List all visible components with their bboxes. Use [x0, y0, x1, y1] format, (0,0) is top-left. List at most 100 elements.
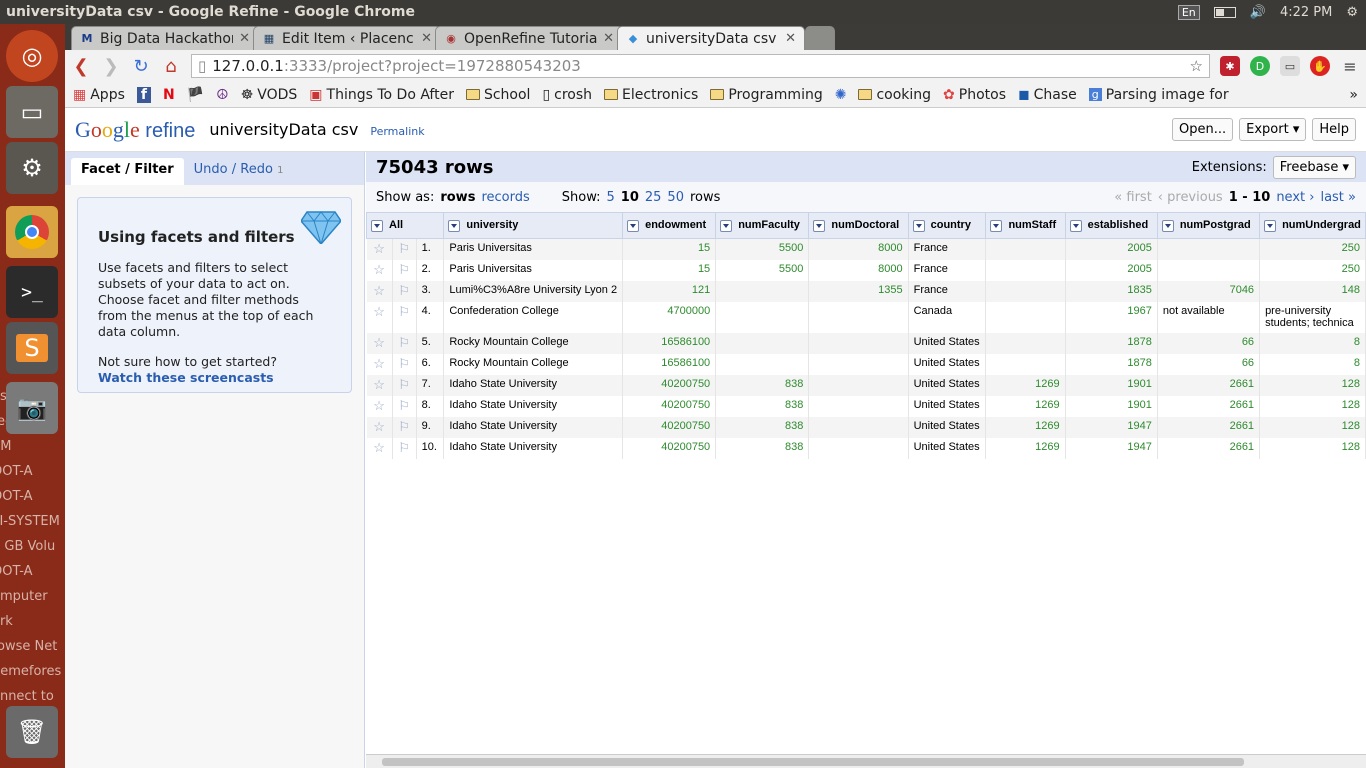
battery-icon[interactable]: [1213, 6, 1236, 18]
table-cell[interactable]: 15: [622, 259, 717, 281]
trash-icon[interactable]: 🗑: [6, 706, 58, 758]
table-cell[interactable]: 7046: [1157, 280, 1261, 302]
table-cell[interactable]: 1269: [985, 395, 1066, 417]
table-cell[interactable]: 128: [1259, 437, 1366, 459]
scrollbar-thumb[interactable]: [382, 758, 1244, 766]
table-cell[interactable]: France: [908, 259, 987, 281]
table-cell[interactable]: 40200750: [622, 395, 717, 417]
table-cell[interactable]: 1835: [1065, 280, 1158, 302]
export-button[interactable]: Export ▾: [1239, 118, 1307, 141]
table-cell[interactable]: [808, 416, 909, 438]
open-button[interactable]: Open...: [1172, 118, 1234, 141]
table-cell[interactable]: 1947: [1065, 416, 1158, 438]
flag-icon[interactable]: ⚐: [392, 332, 417, 354]
flag-icon[interactable]: ⚐: [392, 238, 417, 260]
extension-d-icon[interactable]: D: [1250, 56, 1270, 76]
star-icon[interactable]: ☆: [366, 238, 393, 260]
bookmark-gear[interactable]: ✺: [835, 87, 847, 103]
table-cell[interactable]: [985, 353, 1066, 375]
column-menu-icon[interactable]: [371, 219, 383, 232]
page-size-50[interactable]: 50: [667, 190, 684, 205]
table-cell[interactable]: 1947: [1065, 437, 1158, 459]
column-header-endowment[interactable]: endowment: [622, 212, 717, 239]
table-cell[interactable]: 2661: [1157, 395, 1261, 417]
bookmark-things-to-do[interactable]: ▣ Things To Do After: [309, 87, 454, 103]
table-cell[interactable]: Lumi%C3%A8re University Lyon 2: [443, 280, 624, 302]
bookmark-programming[interactable]: Programming: [710, 87, 823, 103]
table-cell[interactable]: Idaho State University: [443, 395, 624, 417]
home-icon[interactable]: ⌂: [161, 56, 181, 77]
column-menu-icon[interactable]: [627, 219, 640, 232]
previous-page-link[interactable]: ‹ previous: [1158, 190, 1223, 205]
show-as-records[interactable]: records: [481, 190, 529, 205]
screencasts-link[interactable]: Watch these screencasts: [98, 370, 331, 385]
star-icon[interactable]: ☆: [366, 437, 393, 459]
close-icon[interactable]: ✕: [239, 31, 250, 46]
bookmark-parsing-image[interactable]: g Parsing image for: [1088, 87, 1229, 103]
sublime-text-icon[interactable]: S: [6, 322, 58, 374]
back-icon[interactable]: ❮: [71, 56, 91, 77]
extension-stop-icon[interactable]: ✋: [1310, 56, 1330, 76]
table-cell[interactable]: 8000: [808, 259, 909, 281]
bookmark-netflix[interactable]: N: [163, 87, 175, 103]
bookmark-peace[interactable]: ☮: [216, 87, 229, 103]
ubuntu-dash-icon[interactable]: ◎: [6, 30, 58, 82]
table-cell[interactable]: pre-university students; technica: [1259, 301, 1366, 333]
bookmark-vods[interactable]: ☸ VODS: [241, 87, 298, 103]
table-cell[interactable]: 8: [1259, 332, 1366, 354]
bookmark-apps[interactable]: ▦ Apps: [73, 87, 125, 103]
show-as-rows[interactable]: rows: [440, 190, 475, 205]
permalink-link[interactable]: Permalink: [370, 125, 424, 138]
table-cell[interactable]: France: [908, 238, 987, 260]
table-cell[interactable]: 5500: [715, 238, 810, 260]
column-menu-icon[interactable]: [1161, 219, 1174, 232]
table-cell[interactable]: [985, 280, 1066, 302]
column-header-numstaff[interactable]: numStaff: [985, 212, 1066, 239]
star-icon[interactable]: ☆: [366, 353, 393, 375]
bookmark-flag[interactable]: 🏴: [187, 87, 204, 103]
table-cell[interactable]: [985, 259, 1066, 281]
star-icon[interactable]: ☆: [366, 259, 393, 281]
bookmark-cooking[interactable]: cooking: [858, 87, 931, 103]
more-bookmarks-icon[interactable]: »: [1349, 87, 1358, 103]
column-header-established[interactable]: established: [1064, 212, 1158, 239]
tab-openrefine-tutorial[interactable]: ◉ OpenRefine Tutorial - ✕: [435, 26, 623, 50]
column-menu-icon[interactable]: [912, 219, 925, 232]
page-size-10[interactable]: 10: [621, 190, 639, 205]
table-cell[interactable]: 8000: [808, 238, 909, 260]
chrome-icon[interactable]: [6, 206, 58, 258]
table-cell[interactable]: Rocky Mountain College: [443, 332, 624, 354]
star-icon[interactable]: ☆: [366, 374, 393, 396]
table-cell[interactable]: [808, 332, 909, 354]
table-cell[interactable]: Idaho State University: [443, 416, 624, 438]
table-cell[interactable]: 8: [1259, 353, 1366, 375]
table-cell[interactable]: [985, 332, 1066, 354]
new-tab-button[interactable]: [805, 26, 835, 50]
star-icon[interactable]: ☆: [366, 332, 393, 354]
first-page-link[interactable]: « first: [1114, 190, 1152, 205]
table-cell[interactable]: [808, 353, 909, 375]
flag-icon[interactable]: ⚐: [392, 353, 417, 375]
star-icon[interactable]: ☆: [366, 301, 393, 333]
page-size-5[interactable]: 5: [607, 190, 615, 205]
table-cell[interactable]: 128: [1259, 416, 1366, 438]
settings-gear-icon[interactable]: ⚙: [1346, 5, 1358, 20]
last-page-link[interactable]: last »: [1320, 190, 1356, 205]
column-header-country[interactable]: country: [907, 212, 987, 239]
column-menu-icon[interactable]: [990, 219, 1003, 232]
close-icon[interactable]: ✕: [785, 31, 796, 46]
table-cell[interactable]: 838: [715, 374, 810, 396]
table-cell[interactable]: [1157, 259, 1261, 281]
table-cell[interactable]: [715, 280, 810, 302]
table-cell[interactable]: 16586100: [622, 332, 717, 354]
table-cell[interactable]: [715, 353, 810, 375]
table-cell[interactable]: [715, 301, 810, 333]
project-name[interactable]: universityData csv: [209, 120, 358, 139]
files-icon[interactable]: ▭: [6, 86, 58, 138]
camera-icon[interactable]: 📷: [6, 382, 58, 434]
next-page-link[interactable]: next ›: [1276, 190, 1314, 205]
flag-icon[interactable]: ⚐: [392, 437, 417, 459]
column-header-university[interactable]: university: [443, 212, 624, 239]
column-header-numdoctoral[interactable]: numDoctoral: [808, 212, 909, 239]
page-size-25[interactable]: 25: [645, 190, 662, 205]
